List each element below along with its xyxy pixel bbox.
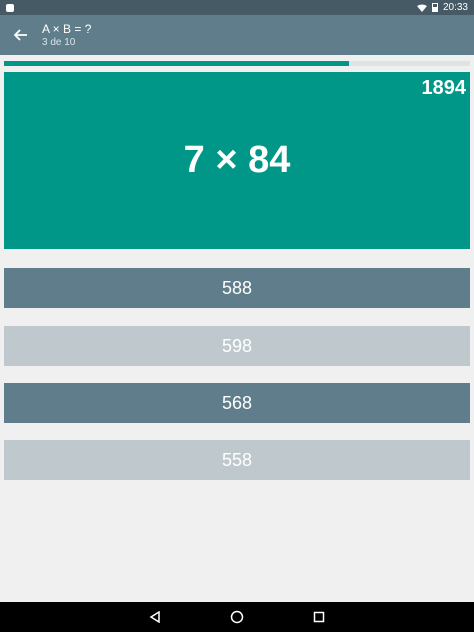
page-title: A × B = ? bbox=[42, 21, 92, 36]
back-button[interactable] bbox=[0, 15, 42, 55]
answer-button-2[interactable]: 598 bbox=[4, 326, 470, 366]
toolbar: A × B = ? 3 de 10 bbox=[0, 15, 474, 55]
battery-icon bbox=[431, 3, 438, 12]
navigation-bar bbox=[0, 602, 474, 632]
question-card: 1894 7 × 84 bbox=[4, 72, 470, 249]
status-bar: 20:33 bbox=[0, 0, 474, 15]
question-text: 7 × 84 bbox=[183, 139, 291, 181]
status-time: 20:33 bbox=[442, 2, 468, 13]
back-triangle-icon bbox=[149, 611, 160, 623]
wifi-icon bbox=[416, 4, 427, 12]
question-counter: 3 de 10 bbox=[42, 36, 76, 48]
nav-back-button[interactable] bbox=[145, 607, 165, 627]
progress-bar bbox=[4, 61, 470, 66]
home-circle-icon bbox=[230, 610, 244, 624]
nav-recents-button[interactable] bbox=[309, 607, 329, 627]
arrow-back-icon bbox=[14, 29, 27, 41]
nav-home-button[interactable] bbox=[227, 607, 247, 627]
answer-button-4[interactable]: 558 bbox=[4, 440, 470, 480]
notification-icon bbox=[6, 3, 14, 12]
recents-square-icon bbox=[313, 611, 325, 623]
progress-bar-fill bbox=[4, 61, 349, 66]
answer-button-3[interactable]: 568 bbox=[4, 383, 470, 423]
answer-button-1[interactable]: 588 bbox=[4, 268, 470, 308]
